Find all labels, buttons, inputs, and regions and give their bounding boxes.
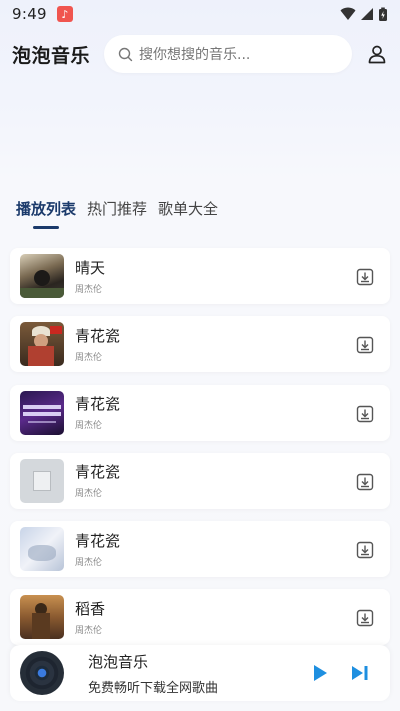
song-item[interactable]: 晴天 周杰伦 [10, 248, 390, 304]
song-title: 青花瓷 [75, 463, 121, 482]
next-track-icon[interactable] [350, 663, 370, 683]
album-disc [20, 651, 64, 695]
tab-hot-recommend[interactable]: 热门推荐 [87, 198, 147, 229]
mini-player[interactable]: 泡泡音乐 免费畅听下载全网歌曲 [10, 645, 390, 701]
song-artist: 周杰伦 [75, 625, 103, 636]
song-artist: 周杰伦 [75, 284, 103, 295]
download-icon[interactable] [356, 473, 374, 491]
download-icon[interactable] [356, 609, 374, 627]
search-icon [118, 47, 133, 61]
download-icon[interactable] [356, 541, 374, 559]
play-icon[interactable] [310, 663, 330, 683]
tab-playlist[interactable]: 播放列表 [16, 198, 76, 229]
song-list: 晴天 周杰伦 青花瓷 周杰伦 青花瓷 周杰伦 青花瓷 周杰伦 青花瓷 周杰伦 稻… [10, 248, 390, 658]
user-profile-button[interactable] [364, 41, 390, 67]
tab-bar: 播放列表 热门推荐 歌单大全 [16, 198, 218, 229]
song-title: 青花瓷 [75, 531, 121, 550]
download-icon[interactable] [356, 405, 374, 423]
song-title: 稻香 [75, 599, 106, 618]
battery-icon [379, 7, 387, 21]
album-cover [20, 254, 64, 298]
wifi-icon [340, 7, 356, 20]
song-item[interactable]: 青花瓷 周杰伦 [10, 316, 390, 373]
song-title: 晴天 [75, 258, 106, 277]
search-input[interactable]: 搜你想搜的音乐... [104, 35, 353, 73]
download-icon[interactable] [356, 336, 374, 354]
album-cover [20, 322, 64, 367]
search-placeholder: 搜你想搜的音乐... [139, 47, 251, 63]
download-icon[interactable] [356, 268, 374, 286]
status-bar: 9:49 ♪ [0, 0, 400, 28]
song-artist: 周杰伦 [75, 489, 103, 500]
tab-song-lists[interactable]: 歌单大全 [158, 198, 218, 229]
album-cover [20, 595, 64, 640]
album-cover [20, 527, 64, 572]
song-artist: 周杰伦 [75, 352, 103, 363]
album-cover [20, 458, 64, 503]
song-artist: 周杰伦 [75, 557, 103, 568]
song-item[interactable]: 青花瓷 周杰伦 [10, 384, 390, 441]
song-item[interactable]: 稻香 周杰伦 [10, 589, 390, 646]
song-item[interactable]: 青花瓷 周杰伦 [10, 521, 390, 578]
header: 泡泡音乐 搜你想搜的音乐... [0, 32, 400, 76]
player-subtitle: 免费畅听下载全网歌曲 [88, 680, 219, 696]
status-time: 9:49 [12, 5, 47, 23]
song-title: 青花瓷 [75, 395, 121, 414]
app-title: 泡泡音乐 [12, 44, 91, 67]
song-item[interactable]: 青花瓷 周杰伦 [10, 452, 390, 509]
song-artist: 周杰伦 [75, 421, 103, 432]
signal-icon [361, 8, 373, 20]
player-title: 泡泡音乐 [88, 652, 149, 671]
music-notification-icon: ♪ [56, 6, 73, 22]
album-cover [20, 390, 64, 435]
song-title: 青花瓷 [75, 326, 121, 345]
status-icons [340, 7, 388, 22]
user-icon [368, 45, 386, 64]
